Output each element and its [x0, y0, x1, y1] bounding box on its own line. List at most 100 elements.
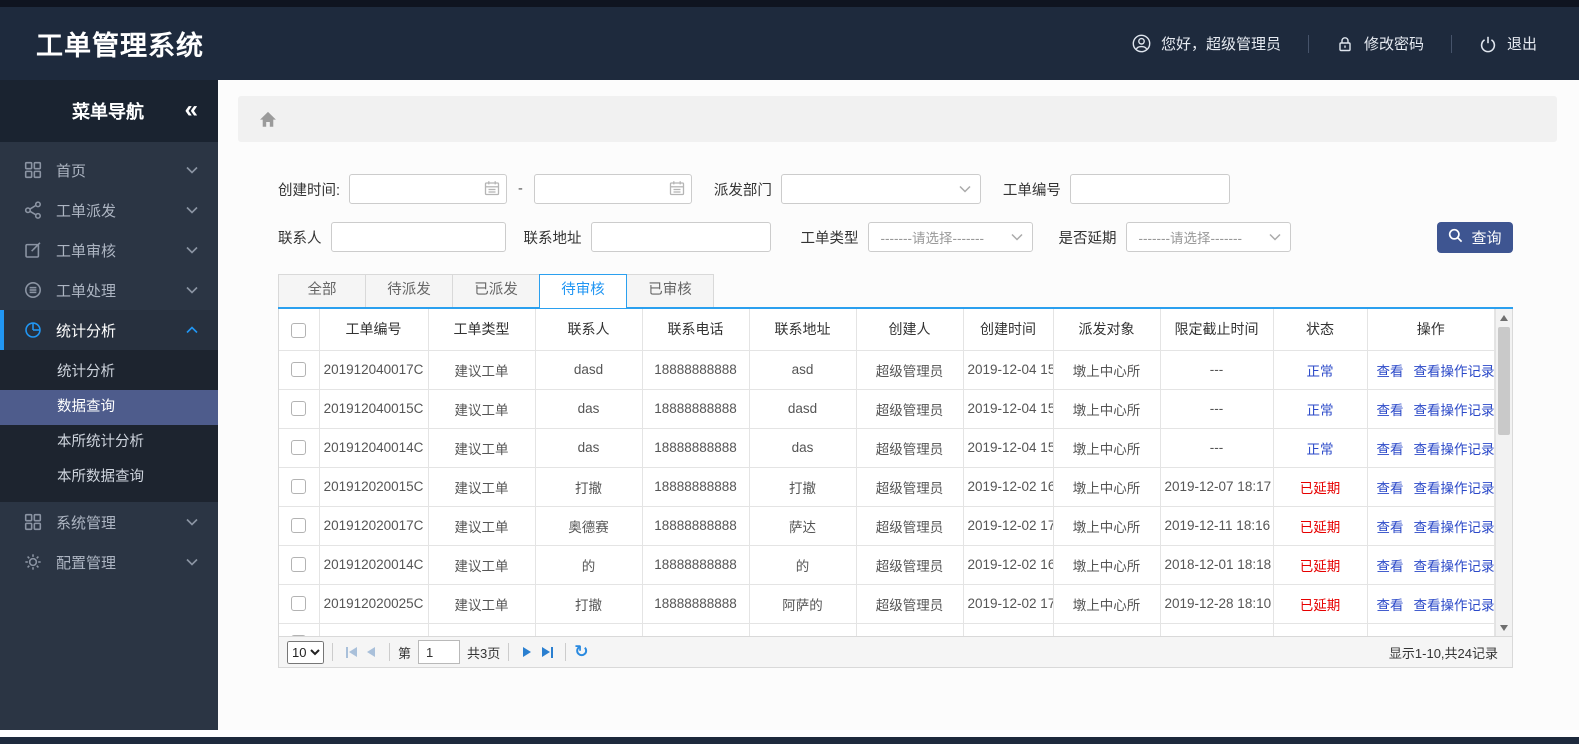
search-button[interactable]: 查询	[1437, 221, 1513, 253]
contact-input[interactable]	[330, 222, 506, 252]
sidebar-subitem-2[interactable]: 本所统计分析	[0, 425, 218, 460]
status-badge: 已延期	[1299, 480, 1341, 496]
sidebar-item-review[interactable]: 工单审核	[0, 230, 218, 270]
last-page-button[interactable]	[537, 641, 557, 663]
logout-button[interactable]: 退出	[1479, 33, 1537, 54]
row-checkbox[interactable]	[291, 440, 307, 456]
chevron-down-icon	[186, 246, 198, 254]
grid-viewport: 工单编号 工单类型 联系人 联系电话 联系地址 创建人 创建时间 派发对象 限定截止时间 状态 操作…	[279, 309, 1512, 636]
view-link[interactable]: 查看	[1377, 364, 1404, 379]
grid-icon	[24, 513, 42, 531]
sidebar-item-process[interactable]: 工单处理	[0, 270, 218, 310]
row-checkbox[interactable]	[291, 557, 307, 573]
sidebar-subitem-1[interactable]: 数据查询	[0, 390, 218, 425]
sidebar-item-dispatch[interactable]: 工单派发	[0, 190, 218, 230]
view-link[interactable]: 查看	[1377, 520, 1404, 535]
row-checkbox[interactable]	[291, 596, 307, 612]
view-log-link[interactable]: 查看操作记录	[1414, 559, 1494, 574]
view-link[interactable]: 查看	[1377, 442, 1404, 457]
collapse-sidebar-icon[interactable]: «	[185, 96, 198, 124]
column-header: 工单编号	[319, 309, 429, 351]
lock-icon	[1336, 35, 1354, 53]
row-checkbox[interactable]	[291, 518, 307, 534]
chevron-down-icon	[186, 206, 198, 214]
table-row: 201912040014C 建议工单 das 18888888888 das 超级管理员 2…	[279, 428, 1495, 468]
page-size-select[interactable]: 10	[287, 640, 324, 664]
tab-1[interactable]: 待派发	[365, 274, 453, 307]
cell-order-type: 建议工单	[428, 506, 536, 546]
cell-empty	[1160, 623, 1274, 636]
calendar-icon[interactable]	[669, 180, 685, 200]
sidebar-item-label: 工单审核	[56, 242, 117, 260]
row-checkbox[interactable]	[291, 479, 307, 495]
breadcrumb	[238, 96, 1557, 142]
select-all-checkbox[interactable]	[291, 322, 307, 338]
sidebar-item-system[interactable]: 系统管理	[0, 502, 218, 542]
date-range-separator: -	[518, 181, 523, 197]
table-row: 201912020025C 建议工单 打撤 18888888888 阿萨的 超级管理员 20…	[279, 584, 1495, 624]
checkbox-cell	[279, 350, 320, 390]
first-page-button[interactable]	[341, 641, 361, 663]
scroll-up-button[interactable]	[1496, 309, 1512, 326]
sidebar-item-label: 工单派发	[56, 202, 117, 220]
sidebar-item-stats[interactable]: 统计分析	[0, 310, 218, 350]
tab-3[interactable]: 待审核	[539, 274, 627, 309]
table-row-partial	[279, 623, 1495, 636]
record-summary: 显示1-10,共24记录	[1388, 645, 1498, 661]
dispatch-dept-select[interactable]	[780, 174, 981, 204]
view-log-link[interactable]: 查看操作记录	[1414, 364, 1494, 379]
change-password-button[interactable]: 修改密码	[1336, 33, 1424, 54]
work-order-grid: 工单编号 工单类型 联系人 联系电话 联系地址 创建人 创建时间 派发对象 限定截止时间 状态 操作…	[278, 309, 1513, 668]
calendar-icon[interactable]	[484, 180, 500, 200]
column-header: 派发对象	[1053, 309, 1161, 351]
view-link[interactable]: 查看	[1377, 403, 1404, 418]
view-link[interactable]: 查看	[1377, 481, 1404, 496]
app-header: 工单管理系统 您好，超级管理员 修改密码 退出	[0, 7, 1579, 80]
tab-4[interactable]: 已审核	[626, 274, 714, 307]
order-type-select[interactable]: -------请选择-------	[867, 222, 1033, 252]
row-checkbox[interactable]	[291, 401, 307, 417]
cell-phone: 18888888888	[642, 428, 750, 468]
column-header: 工单类型	[428, 309, 536, 351]
delayed-select[interactable]: -------请选择-------	[1125, 222, 1291, 252]
sidebar-item-label: 统计分析	[56, 322, 117, 340]
view-log-link[interactable]: 查看操作记录	[1414, 520, 1494, 535]
scroll-down-button[interactable]	[1496, 619, 1512, 636]
row-checkbox[interactable]	[291, 635, 307, 636]
view-log-link[interactable]: 查看操作记录	[1414, 598, 1494, 613]
cell-address: 萨达	[749, 506, 857, 546]
tab-2[interactable]: 已派发	[452, 274, 540, 307]
checkbox-cell	[279, 428, 320, 468]
sidebar-item-home[interactable]: 首页	[0, 150, 218, 190]
view-log-link[interactable]: 查看操作记录	[1414, 481, 1494, 496]
address-input[interactable]	[590, 222, 771, 252]
cell-address: dasd	[749, 389, 857, 429]
refresh-icon[interactable]: ↻	[574, 642, 588, 662]
view-link[interactable]: 查看	[1377, 559, 1404, 574]
sidebar-subitem-3[interactable]: 本所数据查询	[0, 460, 218, 495]
order-no-input[interactable]	[1069, 174, 1230, 204]
cell-empty	[642, 623, 750, 636]
view-log-link[interactable]: 查看操作记录	[1414, 442, 1494, 457]
view-log-link[interactable]: 查看操作记录	[1414, 403, 1494, 418]
scrollbar-thumb[interactable]	[1498, 327, 1510, 435]
tab-0[interactable]: 全部	[278, 274, 366, 307]
create-time-end-field	[533, 174, 692, 204]
row-checkbox[interactable]	[291, 362, 307, 378]
contact-label: 联系人	[278, 230, 322, 247]
chevron-down-icon	[959, 185, 971, 193]
home-icon[interactable]	[258, 110, 278, 128]
prev-page-button[interactable]	[361, 641, 381, 663]
table-scrollbar[interactable]	[1495, 309, 1512, 636]
sidebar-subitem-0[interactable]: 统计分析	[0, 355, 218, 390]
cell-address: 的	[749, 545, 857, 585]
user-greeting: 您好，超级管理员	[1132, 33, 1281, 54]
view-link[interactable]: 查看	[1377, 598, 1404, 613]
header-actions: 您好，超级管理员 修改密码 退出	[1132, 33, 1537, 54]
cell-creator: 超级管理员	[856, 467, 964, 507]
cell-order-no: 201912040014C	[319, 428, 429, 468]
next-page-button[interactable]	[517, 641, 537, 663]
page-input[interactable]	[418, 640, 461, 664]
sidebar-item-config[interactable]: 配置管理	[0, 542, 218, 582]
dispatch-dept-label: 派发部门	[713, 182, 772, 199]
